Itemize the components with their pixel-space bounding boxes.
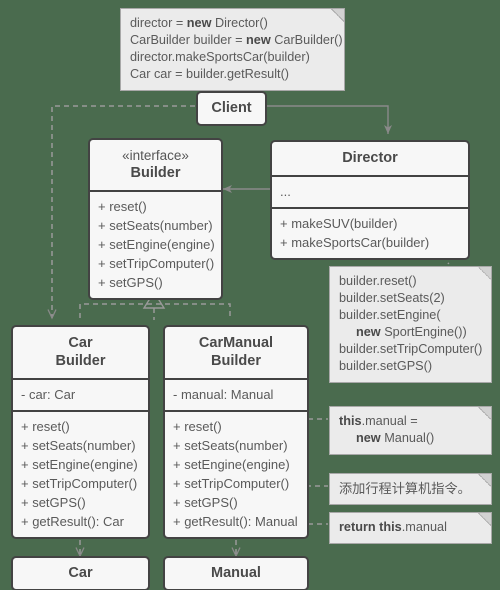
note-fold-corner [478, 267, 491, 280]
note-fold-corner [331, 9, 344, 22]
builder-method: + setGPS() [98, 275, 163, 290]
note-fold-corner [478, 474, 491, 487]
car-manual-builder-methods-section: + reset() + setSeats(number) + setEngine… [165, 410, 307, 537]
director-note-line-6: builder.setGPS() [339, 359, 433, 373]
class-box-client[interactable]: Client [196, 91, 267, 126]
note-reset-line-1: this.manual = [339, 414, 418, 428]
director-fields-section: ... [272, 175, 468, 207]
class-box-director[interactable]: Director ... + makeSUV(builder) + makeSp… [270, 140, 470, 260]
car-builder-field: - car: Car [21, 387, 76, 402]
uml-diagram-canvas: director = new Director() CarBuilder bui… [0, 0, 500, 590]
director-note-line-5: builder.setTripComputer() [339, 342, 483, 356]
director-note-line-3: builder.setEngine( [339, 308, 441, 322]
client-title-section: Client [198, 93, 265, 124]
car-manual-builder-method: + getResult(): Manual [173, 514, 298, 529]
director-title-section: Director [272, 142, 468, 175]
manual-product-class-name: Manual [211, 565, 261, 581]
director-note-line-4: new SportEngine()) [356, 325, 467, 339]
builder-method: + reset() [98, 199, 147, 214]
car-builder-class-name: Car Builder [55, 335, 106, 369]
director-method: + makeSUV(builder) [280, 216, 398, 231]
car-builder-method: + reset() [21, 419, 70, 434]
builder-title-section: «interface» Builder [90, 140, 221, 190]
director-note-line-1: builder.reset() [339, 274, 417, 288]
class-box-car-manual-builder[interactable]: CarManual Builder - manual: Manual + res… [163, 325, 309, 539]
car-builder-method: + setSeats(number) [21, 438, 136, 453]
car-manual-builder-method: + setTripComputer() [173, 476, 290, 491]
car-manual-builder-field: - manual: Manual [173, 387, 274, 402]
director-code-note: builder.reset() builder.setSeats(2) buil… [329, 266, 492, 383]
client-code-note: director = new Director() CarBuilder bui… [120, 8, 345, 91]
note-fold-corner [478, 513, 491, 526]
note-trip-computer-implementation: 添加行程计算机指令。 [329, 473, 492, 505]
builder-method: + setSeats(number) [98, 218, 213, 233]
car-builder-fields-section: - car: Car [13, 378, 148, 410]
client-note-line-2: CarBuilder builder = new CarBuilder() [130, 33, 343, 47]
director-method: + makeSportsCar(builder) [280, 235, 430, 250]
class-box-manual-product[interactable]: Manual [163, 556, 309, 590]
note-reset-implementation: this.manual = new Manual() [329, 406, 492, 455]
note-trip-computer-text: 添加行程计算机指令。 [339, 481, 471, 496]
class-box-car-product[interactable]: Car [11, 556, 150, 590]
director-class-name: Director [342, 150, 398, 166]
builder-methods-section: + reset() + setSeats(number) + setEngine… [90, 190, 221, 298]
builder-class-name: «interface» Builder [90, 140, 221, 190]
class-box-car-builder[interactable]: Car Builder - car: Car + reset() + setSe… [11, 325, 150, 539]
car-manual-builder-title-section: CarManual Builder [165, 327, 307, 378]
car-manual-builder-method: + setSeats(number) [173, 438, 288, 453]
car-manual-builder-method: + reset() [173, 419, 222, 434]
client-class-name: Client [211, 100, 252, 116]
director-note-line-2: builder.setSeats(2) [339, 291, 445, 305]
car-product-class-name: Car [68, 565, 93, 581]
car-builder-method: + setEngine(engine) [21, 457, 138, 472]
manual-product-title-section: Manual [165, 558, 307, 589]
class-box-builder-interface[interactable]: «interface» Builder + reset() + setSeats… [88, 138, 223, 300]
car-product-title-section: Car [13, 558, 148, 589]
director-methods-section: + makeSUV(builder) + makeSportsCar(build… [272, 207, 468, 258]
car-manual-builder-class-name: CarManual Builder [198, 335, 274, 369]
car-builder-method: + setTripComputer() [21, 476, 138, 491]
note-fold-corner [478, 407, 491, 420]
director-field: ... [280, 184, 291, 199]
car-builder-method: + setGPS() [21, 495, 86, 510]
builder-stereotype: «interface» [122, 148, 189, 163]
car-manual-builder-method: + setEngine(engine) [173, 457, 290, 472]
client-note-line-4: Car car = builder.getResult() [130, 67, 290, 81]
car-builder-method: + getResult(): Car [21, 514, 124, 529]
car-builder-methods-section: + reset() + setSeats(number) + setEngine… [13, 410, 148, 537]
note-get-result-line-1: return this.manual [339, 520, 447, 534]
builder-method: + setEngine(engine) [98, 237, 215, 252]
note-get-result-implementation: return this.manual [329, 512, 492, 544]
builder-method: + setTripComputer() [98, 256, 215, 271]
note-reset-line-2: new Manual() [356, 431, 435, 445]
client-note-line-3: director.makeSportsCar(builder) [130, 50, 310, 64]
car-manual-builder-method: + setGPS() [173, 495, 238, 510]
car-builder-title-section: Car Builder [13, 327, 148, 378]
car-manual-builder-fields-section: - manual: Manual [165, 378, 307, 410]
client-note-line-1: director = new Director() [130, 16, 268, 30]
